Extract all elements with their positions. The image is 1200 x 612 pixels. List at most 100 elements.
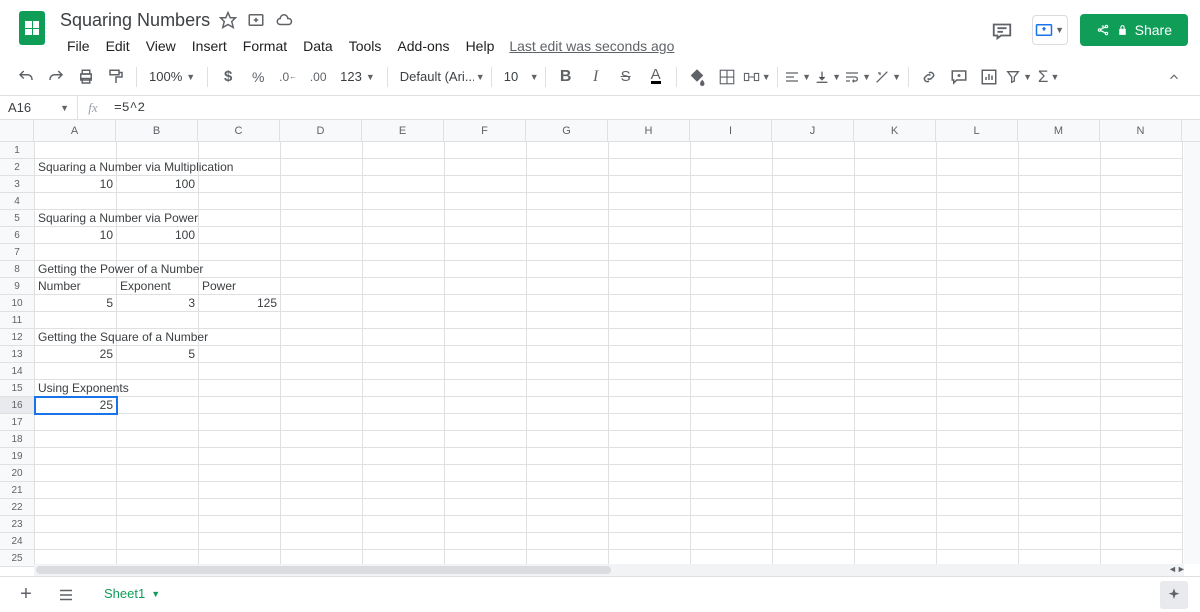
cell-H22[interactable] (609, 499, 691, 516)
cell-B14[interactable] (117, 363, 199, 380)
cell-E7[interactable] (363, 244, 445, 261)
cell-D23[interactable] (281, 516, 363, 533)
cell-H7[interactable] (609, 244, 691, 261)
cell-G10[interactable] (527, 295, 609, 312)
cell-G19[interactable] (527, 448, 609, 465)
cell-H15[interactable] (609, 380, 691, 397)
cell-H8[interactable] (609, 261, 691, 278)
col-header-G[interactable]: G (526, 120, 608, 141)
cell-E6[interactable] (363, 227, 445, 244)
cell-F14[interactable] (445, 363, 527, 380)
cell-F6[interactable] (445, 227, 527, 244)
functions-icon[interactable]: Σ▼ (1035, 64, 1063, 90)
cell-K8[interactable] (855, 261, 937, 278)
cell-F20[interactable] (445, 465, 527, 482)
row-header-11[interactable]: 11 (0, 312, 34, 329)
col-header-A[interactable]: A (34, 120, 116, 141)
cell-H23[interactable] (609, 516, 691, 533)
cell-F15[interactable] (445, 380, 527, 397)
cell-N14[interactable] (1101, 363, 1183, 380)
cell-L2[interactable] (937, 159, 1019, 176)
cell-G15[interactable] (527, 380, 609, 397)
cell-L20[interactable] (937, 465, 1019, 482)
number-format-select[interactable]: 123▼ (334, 69, 381, 84)
col-header-J[interactable]: J (772, 120, 854, 141)
cell-C7[interactable] (199, 244, 281, 261)
col-header-I[interactable]: I (690, 120, 772, 141)
cell-J13[interactable] (773, 346, 855, 363)
cell-H3[interactable] (609, 176, 691, 193)
cell-H19[interactable] (609, 448, 691, 465)
cell-K3[interactable] (855, 176, 937, 193)
row-header-7[interactable]: 7 (0, 244, 34, 261)
row-header-9[interactable]: 9 (0, 278, 34, 295)
cell-F21[interactable] (445, 482, 527, 499)
cell-K20[interactable] (855, 465, 937, 482)
cell-A8[interactable]: Getting the Power of a Number (35, 261, 117, 278)
cell-K9[interactable] (855, 278, 937, 295)
cell-L21[interactable] (937, 482, 1019, 499)
cell-L15[interactable] (937, 380, 1019, 397)
cell-E16[interactable] (363, 397, 445, 414)
menu-tools[interactable]: Tools (342, 35, 389, 57)
cell-C6[interactable] (199, 227, 281, 244)
cell-G22[interactable] (527, 499, 609, 516)
cell-J11[interactable] (773, 312, 855, 329)
cell-N24[interactable] (1101, 533, 1183, 550)
cell-M8[interactable] (1019, 261, 1101, 278)
cell-C4[interactable] (199, 193, 281, 210)
cell-F19[interactable] (445, 448, 527, 465)
row-header-18[interactable]: 18 (0, 431, 34, 448)
row-header-3[interactable]: 3 (0, 176, 34, 193)
cell-C13[interactable] (199, 346, 281, 363)
cell-C15[interactable] (199, 380, 281, 397)
cell-I2[interactable] (691, 159, 773, 176)
cell-L14[interactable] (937, 363, 1019, 380)
cell-F4[interactable] (445, 193, 527, 210)
cell-N9[interactable] (1101, 278, 1183, 295)
cell-N20[interactable] (1101, 465, 1183, 482)
cell-E8[interactable] (363, 261, 445, 278)
cell-A17[interactable] (35, 414, 117, 431)
cell-J19[interactable] (773, 448, 855, 465)
cell-E24[interactable] (363, 533, 445, 550)
cell-L1[interactable] (937, 142, 1019, 159)
cell-B15[interactable] (117, 380, 199, 397)
cell-C24[interactable] (199, 533, 281, 550)
cell-N7[interactable] (1101, 244, 1183, 261)
cell-B7[interactable] (117, 244, 199, 261)
cell-J3[interactable] (773, 176, 855, 193)
cell-F22[interactable] (445, 499, 527, 516)
cell-M16[interactable] (1019, 397, 1101, 414)
cell-F8[interactable] (445, 261, 527, 278)
cell-I3[interactable] (691, 176, 773, 193)
col-header-H[interactable]: H (608, 120, 690, 141)
cell-L11[interactable] (937, 312, 1019, 329)
cell-A21[interactable] (35, 482, 117, 499)
row-header-22[interactable]: 22 (0, 499, 34, 516)
row-header-21[interactable]: 21 (0, 482, 34, 499)
cell-A2[interactable]: Squaring a Number via Multiplication (35, 159, 117, 176)
cell-L19[interactable] (937, 448, 1019, 465)
cell-N23[interactable] (1101, 516, 1183, 533)
cell-B13[interactable]: 5 (117, 346, 199, 363)
cell-H9[interactable] (609, 278, 691, 295)
redo-icon[interactable] (42, 64, 70, 90)
cell-B4[interactable] (117, 193, 199, 210)
menu-file[interactable]: File (60, 35, 97, 57)
sheet-tab[interactable]: Sheet1▼ (92, 580, 172, 609)
move-icon[interactable] (246, 10, 266, 30)
cell-I10[interactable] (691, 295, 773, 312)
cell-C17[interactable] (199, 414, 281, 431)
cell-E20[interactable] (363, 465, 445, 482)
cell-I23[interactable] (691, 516, 773, 533)
cell-G24[interactable] (527, 533, 609, 550)
col-header-F[interactable]: F (444, 120, 526, 141)
cell-C5[interactable] (199, 210, 281, 227)
cell-M6[interactable] (1019, 227, 1101, 244)
cell-G12[interactable] (527, 329, 609, 346)
cell-E23[interactable] (363, 516, 445, 533)
cell-J16[interactable] (773, 397, 855, 414)
cell-B10[interactable]: 3 (117, 295, 199, 312)
cell-G21[interactable] (527, 482, 609, 499)
